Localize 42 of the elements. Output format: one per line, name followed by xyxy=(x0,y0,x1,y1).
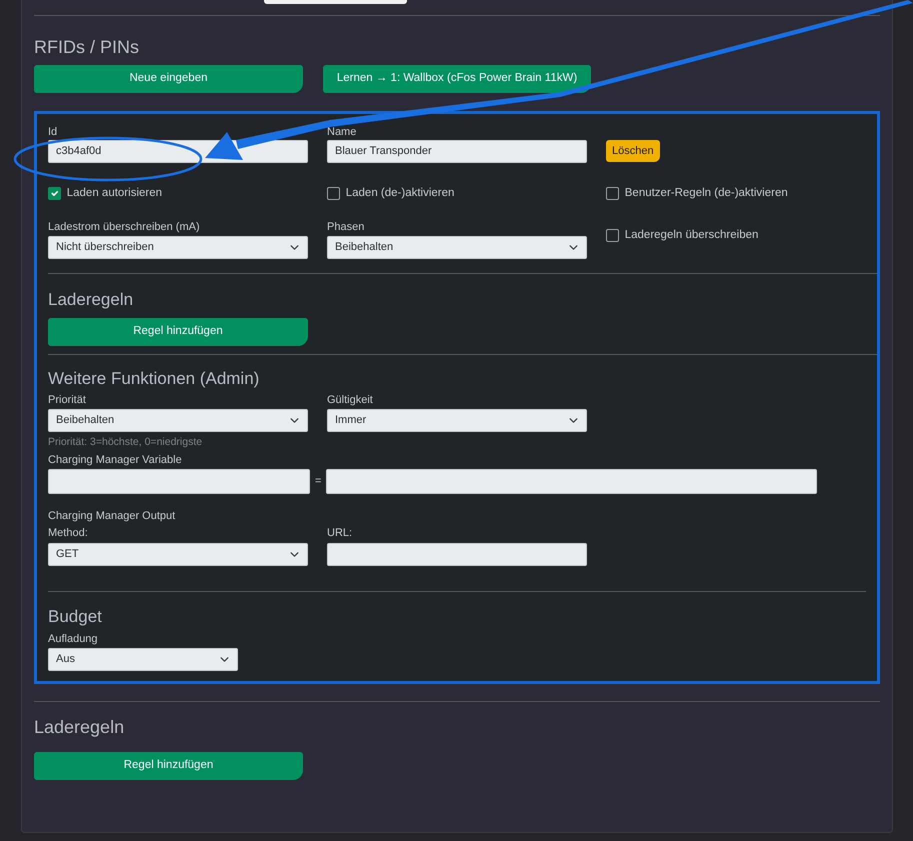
checkbox[interactable] xyxy=(606,186,619,200)
field-label: Priorität xyxy=(48,394,87,408)
select-field[interactable]: Beibehalten xyxy=(48,409,308,432)
select-field[interactable]: Nicht überschreiben xyxy=(48,236,308,260)
section-title: Weitere Funktionen (Admin) xyxy=(48,368,260,389)
select-field[interactable]: Immer xyxy=(327,409,587,432)
field-label: Aufladung xyxy=(48,632,99,646)
add-rule-button[interactable]: Regel hinzufügen xyxy=(48,318,308,346)
field-label: Phasen xyxy=(327,221,366,234)
delete-button[interactable]: Löschen xyxy=(606,140,660,162)
checkbox-label: Laden autorisieren xyxy=(66,186,162,201)
method-select[interactable]: GET xyxy=(48,542,308,566)
url-field[interactable] xyxy=(327,542,587,566)
section-title: Budget xyxy=(48,606,103,627)
field-label: URL: xyxy=(327,527,354,540)
equals-sign: = xyxy=(315,475,322,488)
section-title: Laderegeln xyxy=(48,290,134,311)
section-title: RFIDs / PINs xyxy=(34,37,140,59)
section-title: Laderegeln xyxy=(34,717,126,739)
checkbox[interactable] xyxy=(606,229,619,242)
field-label: Charging Manager Output xyxy=(48,510,176,524)
charging-select[interactable]: Aus xyxy=(48,648,238,672)
variable-name-field[interactable] xyxy=(48,469,310,494)
learn-button[interactable]: Lernen → 1: Wallbox (cFos Power Brain 11kW) xyxy=(323,64,591,93)
checkbox-label: Laderegeln überschreiben xyxy=(624,228,758,244)
input-field[interactable] xyxy=(264,0,407,4)
new-button[interactable]: Neue eingeben xyxy=(34,64,303,93)
checkbox-label: Laden (de-)aktivieren xyxy=(346,186,454,201)
field-label: Ladestrom überschreiben (mA) xyxy=(48,221,201,234)
field-label: Method: xyxy=(48,527,89,540)
add-rule-button[interactable]: Regel hinzufügen xyxy=(34,752,303,780)
field-label: Name xyxy=(327,126,358,139)
name-field[interactable]: Blauer Transponder xyxy=(327,140,587,163)
field-label: Charging Manager Variable xyxy=(48,454,183,468)
variable-value-field[interactable] xyxy=(326,469,818,494)
field-label: Gültigkeit xyxy=(327,394,374,408)
field-label: Id xyxy=(48,126,58,139)
checkbox[interactable] xyxy=(327,186,340,200)
checkbox-label: Benutzer-Regeln (de-)aktivieren xyxy=(624,186,788,201)
checkbox[interactable] xyxy=(48,186,61,200)
help-text: Priorität: 3=höchste, 0=niedrigste xyxy=(48,435,204,450)
select-field[interactable]: Beibehalten xyxy=(327,236,587,260)
